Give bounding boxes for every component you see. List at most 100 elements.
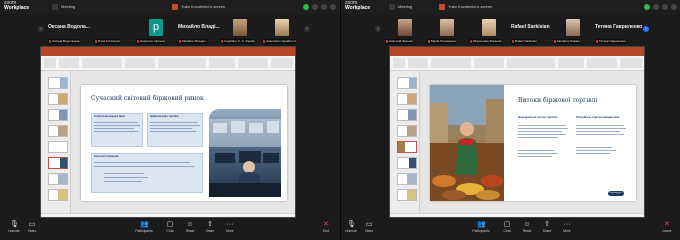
slide-thumbnail[interactable] (48, 125, 68, 137)
leave-button[interactable]: ✕ Leave (657, 221, 677, 239)
slide-thumbnail[interactable] (48, 109, 68, 121)
participant-tile[interactable]: p Нарпатко Хірська (136, 18, 176, 44)
slide-thumbnail-selected[interactable] (48, 157, 68, 169)
ppt-ribbon (390, 56, 644, 71)
tab-meeting[interactable]: Meeting (52, 3, 75, 11)
slide-thumbnail[interactable] (397, 77, 417, 89)
text-line (94, 122, 138, 123)
meeting-controls: 🎙 Unmute ▭ Video 👥 Participants ▢ Chat ☺… (0, 218, 340, 240)
ppt-workspace: Витоки біржової торгівлі Венеціанські оп… (390, 71, 644, 217)
participant-tile[interactable]: Мирослава Фоменко (469, 18, 509, 44)
participants-strip: ‹ Анатолій Зелена Марія Гончаренко Мирос… (341, 14, 680, 46)
avatar (233, 19, 247, 36)
slide-thumbnail[interactable] (397, 189, 417, 201)
unmute-button[interactable]: 🎙 Unmute (341, 221, 361, 239)
text-line (576, 134, 624, 135)
slide-thumbnail[interactable] (48, 93, 68, 105)
text-line (94, 128, 134, 129)
participant-tile[interactable]: Михайло Владі... Михайло Владич... (178, 18, 220, 44)
end-button[interactable]: ✕ End (316, 221, 336, 239)
chevron-right-icon[interactable]: › (643, 26, 649, 32)
tab-screen-share[interactable]: Yulia Kovalenko's screen (439, 3, 492, 11)
share-button[interactable]: ⇧ Share (537, 221, 557, 239)
grid-icon[interactable] (312, 4, 318, 10)
brand-line2: Workplace (4, 5, 30, 11)
slide-thumbnail[interactable] (397, 125, 417, 137)
slide-thumbnail[interactable] (48, 141, 68, 153)
ribbon-group[interactable] (507, 58, 555, 68)
trading-floor-image (209, 109, 281, 197)
slide-thumbnails[interactable] (41, 71, 71, 215)
more-button[interactable]: ··· More (557, 221, 577, 239)
ribbon-group[interactable] (620, 58, 642, 68)
slide-action-button[interactable]: Перехід до... (608, 191, 624, 196)
ribbon-group[interactable] (238, 58, 268, 68)
minimize-icon[interactable] (321, 4, 327, 10)
ribbon-group[interactable] (408, 58, 428, 68)
minimize-icon[interactable] (662, 4, 668, 10)
current-slide[interactable]: Витоки біржової торгівлі Венеціанські оп… (430, 85, 636, 201)
ribbon-group[interactable] (44, 58, 56, 68)
react-button[interactable]: ☺ React (180, 221, 200, 239)
slide-thumbnail[interactable] (397, 93, 417, 105)
slide-thumbnail[interactable] (48, 189, 68, 201)
ppt-status-bar (390, 213, 644, 217)
participant-tile[interactable]: Сарабюл С. О. Харків (220, 18, 260, 44)
participant-tile[interactable]: Анатолій Зелена (385, 18, 425, 44)
slide-thumbnail[interactable] (48, 173, 68, 185)
ribbon-group[interactable] (82, 58, 122, 68)
ribbon-group[interactable] (59, 58, 79, 68)
text-line (518, 150, 554, 151)
video-button[interactable]: ▭ Video (359, 221, 379, 239)
close-icon[interactable] (671, 4, 677, 10)
participants-button[interactable]: 👥 Participants (471, 221, 491, 239)
ribbon-group[interactable] (474, 58, 504, 68)
participant-tile[interactable]: Rafael Sarkisian Rafael Sarkisian (511, 18, 551, 44)
tab-meeting[interactable]: Meeting (389, 3, 412, 11)
participant-tile[interactable]: Dima Kovtonyuk (94, 18, 134, 44)
share-button[interactable]: ⇧ Share (200, 221, 220, 239)
ribbon-group[interactable] (271, 58, 293, 68)
react-button[interactable]: ☺ React (517, 221, 537, 239)
control-label: Unmute (345, 229, 357, 233)
ribbon-group[interactable] (558, 58, 584, 68)
slide-thumbnail-selected[interactable] (397, 141, 417, 153)
ribbon-group[interactable] (209, 58, 235, 68)
chevron-left-icon[interactable]: ‹ (38, 26, 44, 32)
close-icon[interactable] (330, 4, 336, 10)
avatar: p (149, 19, 163, 36)
ribbon-group[interactable] (393, 58, 405, 68)
chevron-right-icon[interactable]: › (304, 26, 310, 32)
more-button[interactable]: ··· More (220, 221, 240, 239)
grid-icon[interactable] (653, 4, 659, 10)
unmute-button[interactable]: 🎙 Unmute (4, 221, 24, 239)
video-button[interactable]: ▭ Video (22, 221, 42, 239)
current-slide[interactable]: Сучасний світовий біржовий ринок Глобаль… (81, 85, 287, 201)
shield-icon[interactable] (303, 4, 309, 10)
ribbon-group[interactable] (587, 58, 617, 68)
tab-screen-share[interactable]: Yulia Kovalenko's screen (172, 3, 225, 11)
participant-tile[interactable]: Тетяна Гавриленко Тетяна Гавриленко (595, 18, 642, 44)
chat-button[interactable]: ▢ Chat (497, 221, 517, 239)
slide-thumbnail[interactable] (397, 109, 417, 121)
ribbon-group[interactable] (431, 58, 471, 68)
participant-tile[interactable]: Анастасія Сарабюл С. (262, 18, 302, 44)
slide-thumbnail[interactable] (397, 173, 417, 185)
participant-tile[interactable]: Марія Гончаренко (427, 18, 467, 44)
chat-button[interactable]: ▢ Chat (160, 221, 180, 239)
ppt-ribbon (41, 56, 295, 71)
ribbon-group[interactable] (125, 58, 155, 68)
participant-tile[interactable]: Оксана Водола... Оксана Водолазька (48, 18, 92, 44)
trading-floor-illustration (209, 119, 281, 197)
slide-thumbnail[interactable] (397, 157, 417, 169)
chevron-left-icon[interactable]: ‹ (375, 26, 381, 32)
ribbon-group[interactable] (158, 58, 206, 68)
control-label: Chat (166, 229, 174, 233)
slide-thumbnails[interactable] (390, 71, 420, 215)
participant-tile[interactable]: Михайло Ромаш (553, 18, 593, 44)
shield-icon[interactable] (644, 4, 650, 10)
control-label: More (563, 229, 571, 233)
slide-thumbnail[interactable] (48, 77, 68, 89)
participants-button[interactable]: 👥 Participants (134, 221, 154, 239)
zoom-logo: zoom Workplace (4, 1, 29, 11)
